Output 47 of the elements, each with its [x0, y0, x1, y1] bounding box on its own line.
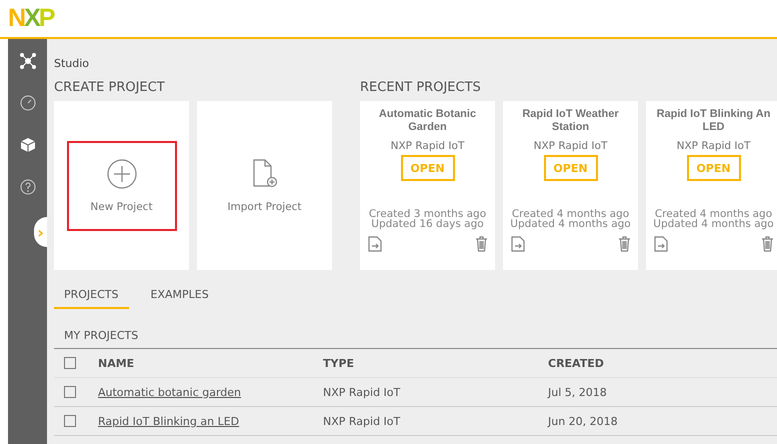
row-checkbox[interactable] — [64, 386, 76, 398]
tab[interactable]: PROJECTS — [54, 288, 129, 309]
trash-icon[interactable] — [474, 236, 488, 252]
card-label: Import Project — [227, 200, 302, 212]
project-type: NXP Rapid IoT — [534, 140, 608, 152]
create-card[interactable]: Import Project — [197, 101, 332, 270]
table-cell-text: NXP Rapid IoT — [323, 386, 402, 398]
select-all-checkbox[interactable] — [64, 357, 76, 369]
section-heading: RECENT PROJECTS — [360, 80, 482, 95]
network-icon — [20, 53, 36, 69]
project-type: NXP Rapid IoT — [676, 140, 750, 152]
trash-icon[interactable] — [618, 236, 630, 252]
logo: NXP — [8, 6, 54, 31]
project-title: Automatic Botanic Garden — [378, 108, 478, 135]
file-export-icon[interactable] — [654, 236, 668, 252]
project-link[interactable]: Automatic botanic garden — [98, 386, 323, 398]
section-heading: CREATE PROJECT — [54, 80, 166, 95]
updated-text: Updated 16 days ago — [370, 219, 484, 229]
project-title: Rapid IoT Blinking An LED — [656, 108, 772, 135]
tab[interactable]: EXAMPLES — [140, 288, 219, 309]
updated-text: Updated 4 months ago — [653, 219, 774, 229]
file-add-icon — [252, 158, 278, 188]
card-label: New Project — [90, 200, 153, 212]
column-header: NAME — [98, 356, 136, 370]
column-header: CREATED — [548, 356, 605, 370]
table-cell-text: Jul 5, 2018 — [548, 386, 608, 398]
breadcrumb: Studio — [54, 57, 90, 70]
help-icon — [20, 179, 36, 195]
create-card[interactable]: New Project — [54, 101, 189, 270]
section-heading: MY PROJECTS — [54, 313, 777, 349]
table-cell-text: Jun 20, 2018 — [548, 414, 619, 428]
file-export-icon[interactable] — [368, 236, 382, 252]
created-text: Created 4 months ago — [654, 209, 774, 219]
table-cell-text: NXP Rapid IoT — [323, 414, 402, 428]
file-export-icon[interactable] — [510, 236, 524, 252]
gauge-icon — [20, 95, 36, 111]
trash-icon[interactable] — [760, 236, 774, 252]
project-title: Rapid IoT Weather Station — [521, 108, 620, 135]
row-checkbox[interactable] — [64, 415, 76, 427]
created-text: Created 3 months ago — [368, 209, 486, 219]
cube-icon — [20, 137, 36, 153]
column-header: TYPE — [323, 356, 356, 370]
project-type: NXP Rapid IoT — [390, 140, 464, 152]
created-text: Created 4 months ago — [512, 209, 630, 219]
plus-circle-icon — [106, 158, 136, 188]
updated-text: Updated 4 months ago — [510, 219, 631, 229]
project-link[interactable]: Rapid IoT Blinking an LED — [98, 414, 323, 428]
